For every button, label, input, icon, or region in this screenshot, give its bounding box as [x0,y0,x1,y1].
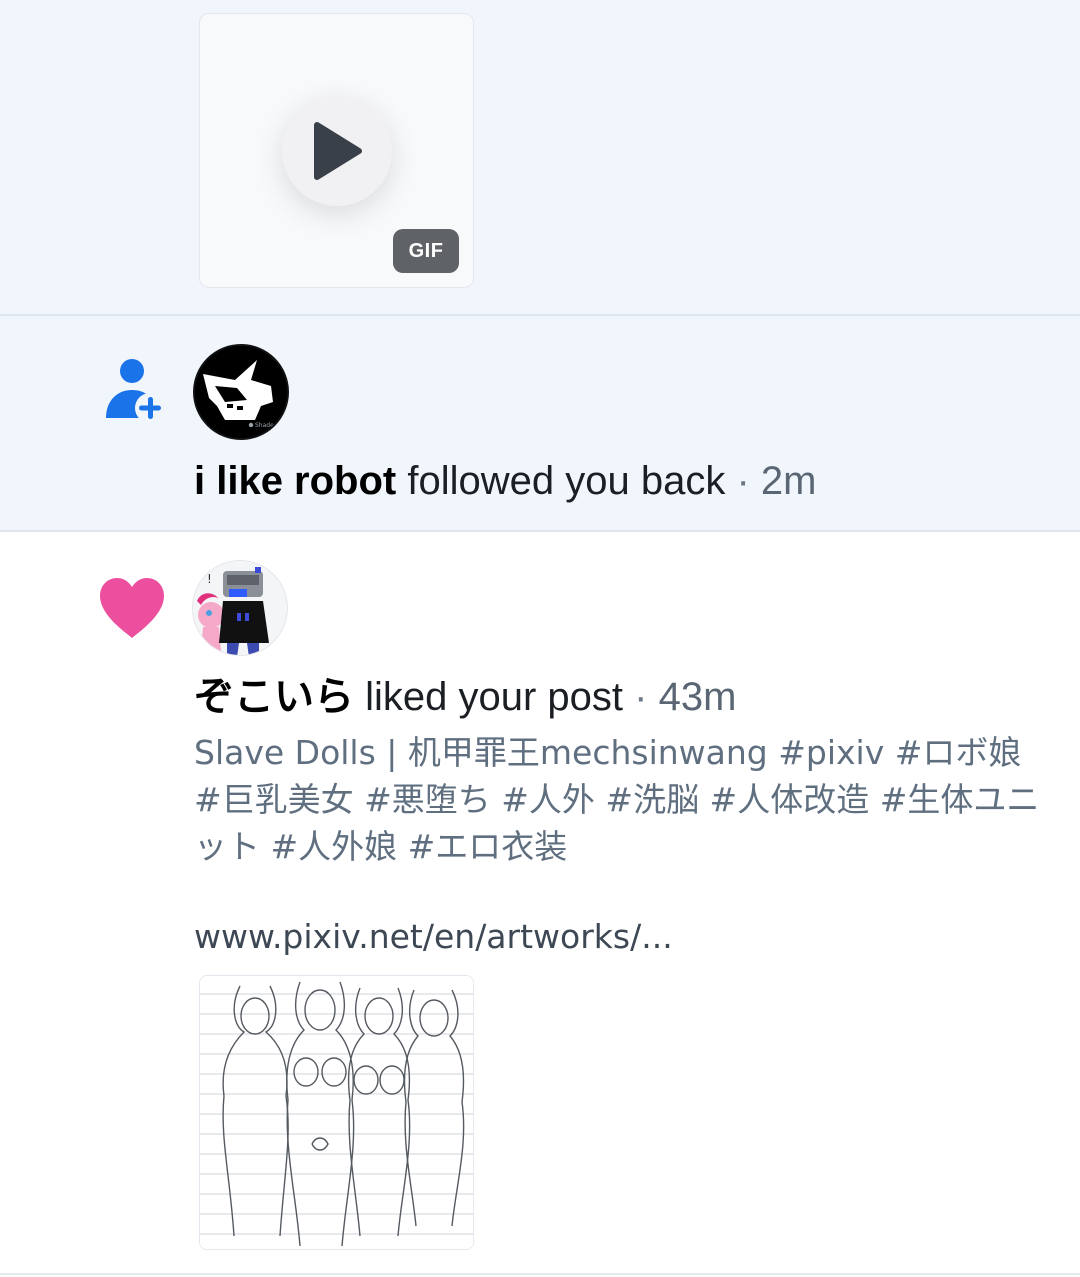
divider [0,1273,1080,1275]
notification-item-like[interactable]: ! ぞこいら liked your post · 43m Slave Dolls… [0,532,1080,1277]
person-plus-icon [106,359,165,420]
heart-icon [100,578,164,638]
notification-text: i like robot followed you back · 2m [194,457,817,505]
avatar-caption: Shaded [255,422,278,429]
post-link[interactable]: www.pixiv.net/en/artworks/... [194,917,673,956]
timestamp: 43m [658,675,737,719]
post-image[interactable] [199,975,474,1250]
robot-character-avatar-image: ! [193,561,287,655]
action-text: liked your post [365,675,624,719]
separator: · [736,459,750,503]
notifications-feed: GIF Shaded i like robot followed you bac… [0,0,1080,1277]
gif-badge: GIF [393,229,459,273]
notification-item-follow[interactable]: Shaded i like robot followed you back · … [0,316,1080,532]
actor-name[interactable]: i like robot [194,459,396,503]
post-text[interactable]: Slave Dolls | 机甲罪王mechsinwang #pixiv #ロボ… [194,729,1044,870]
play-button[interactable] [282,96,392,206]
robot-head-avatar-image: Shaded [195,346,287,438]
notification-text: ぞこいら liked your post · 43m [194,673,736,721]
notification-item[interactable]: GIF [0,0,1080,316]
svg-text:!: ! [207,572,212,586]
timestamp: 2m [760,459,817,503]
play-icon [314,122,362,180]
gif-thumbnail[interactable]: GIF [199,13,474,288]
actor-name[interactable]: ぞこいら [194,675,354,719]
separator: · [634,675,648,719]
action-text: followed you back [407,459,726,503]
avatar[interactable]: ! [192,560,288,656]
sketch-drawing-image [200,976,473,1249]
avatar[interactable]: Shaded [193,344,289,440]
